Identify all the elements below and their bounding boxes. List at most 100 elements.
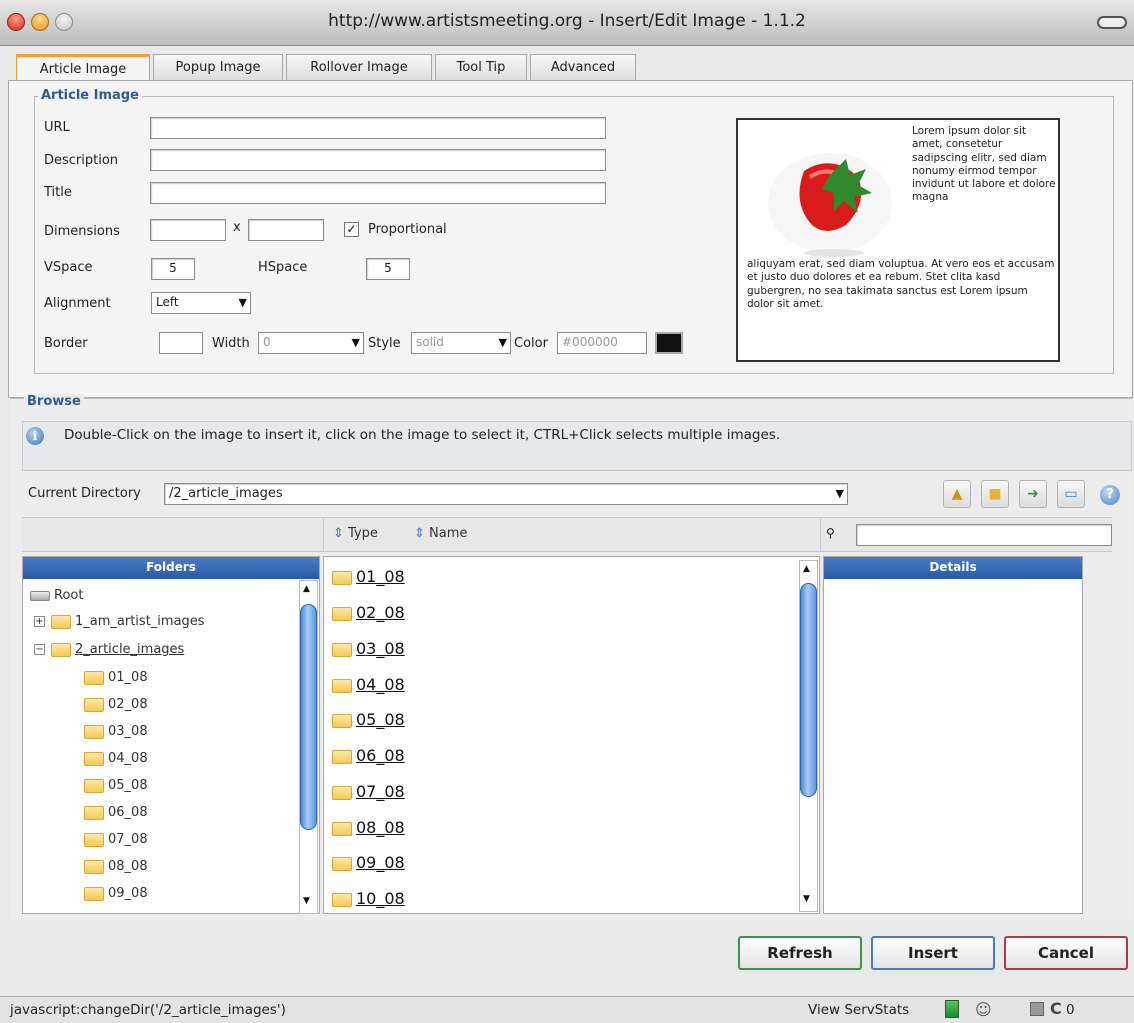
upload-button[interactable]: ➜ — [1019, 480, 1047, 508]
tree-item-child[interactable]: 08_08 — [84, 859, 148, 874]
disk-icon[interactable] — [1030, 1002, 1044, 1016]
scroll-down-icon[interactable]: ▼ — [303, 896, 310, 906]
close-window-button[interactable] — [7, 13, 25, 31]
tree-item-child[interactable]: 06_08 — [84, 805, 148, 820]
window-icon: ▭ — [1064, 486, 1078, 502]
help-icon[interactable]: ? — [1100, 485, 1120, 505]
file-label: 06_08 — [356, 746, 405, 765]
file-item[interactable]: 07_08 — [332, 782, 405, 801]
tree-label: 07_08 — [108, 832, 148, 847]
description-input[interactable] — [150, 149, 606, 171]
new-folder-button[interactable]: ■ — [981, 480, 1009, 508]
arrow-right-icon: ➜ — [1027, 486, 1039, 502]
folder-icon — [84, 670, 104, 685]
tree-item-root[interactable]: Root — [30, 588, 83, 603]
sort-by-name-button[interactable]: ⇕ Name — [414, 526, 467, 541]
width-dimension-input[interactable] — [150, 219, 226, 241]
tree-item-expanded[interactable]: − 2_article_images — [34, 642, 184, 657]
file-label: 04_08 — [356, 675, 405, 694]
tree-item-child[interactable]: 02_08 — [84, 697, 148, 712]
status-text: javascript:changeDir('/2_article_images'… — [10, 1002, 286, 1018]
folders-scroll-thumb[interactable] — [300, 604, 317, 830]
vspace-input[interactable]: 5 — [151, 258, 195, 280]
window-title: http://www.artistsmeeting.org - Insert/E… — [328, 11, 806, 31]
folder-icon — [332, 570, 352, 585]
refresh-button[interactable]: Refresh — [738, 936, 862, 970]
hspace-input[interactable]: 5 — [366, 258, 410, 280]
folder-icon — [332, 678, 352, 693]
file-item[interactable]: 09_08 — [332, 853, 405, 872]
tree-item-child[interactable]: 04_08 — [84, 751, 148, 766]
title-input[interactable] — [150, 182, 606, 204]
sort-by-type-button[interactable]: ⇕ Type — [333, 526, 378, 541]
border-input[interactable] — [159, 332, 203, 354]
tab-rollover-image[interactable]: Rollover Image — [286, 54, 432, 81]
tab-article-image[interactable]: Article Image — [16, 54, 150, 83]
border-width-label: Width — [212, 336, 250, 351]
color-picker-button[interactable] — [655, 332, 683, 354]
tree-label: 2_article_images — [75, 642, 185, 657]
border-color-input[interactable]: #000000 — [557, 332, 647, 354]
file-label: 10_08 — [356, 889, 405, 908]
title-label: Title — [44, 185, 72, 200]
insert-button[interactable]: Insert — [871, 936, 995, 970]
tree-item-child[interactable]: 09_08 — [84, 886, 148, 901]
tree-item-child[interactable]: 05_08 — [84, 778, 148, 793]
tab-popup-image[interactable]: Popup Image — [153, 54, 283, 81]
expand-icon[interactable]: + — [34, 616, 45, 627]
face-icon[interactable]: ☺ — [975, 1000, 992, 1019]
collapse-icon[interactable]: − — [34, 644, 45, 655]
zoom-window-button[interactable] — [55, 13, 73, 31]
tree-item-child[interactable]: 07_08 — [84, 832, 148, 847]
border-style-value: solid — [416, 335, 444, 349]
folder-icon — [332, 785, 352, 800]
view-servstats-link[interactable]: View ServStats — [808, 1002, 909, 1018]
folder-icon — [332, 606, 352, 621]
scroll-up-icon[interactable]: ▲ — [303, 584, 310, 594]
tab-tool-tip[interactable]: Tool Tip — [435, 54, 527, 81]
view-toggle-button[interactable]: ▭ — [1057, 480, 1085, 508]
tab-advanced[interactable]: Advanced — [530, 54, 636, 81]
file-item[interactable]: 04_08 — [332, 675, 405, 694]
search-input[interactable] — [856, 524, 1112, 546]
new-folder-icon: ■ — [988, 486, 1002, 502]
current-directory-select[interactable]: /2_article_images ▼ — [164, 483, 848, 505]
url-input[interactable] — [150, 117, 606, 139]
alignment-select[interactable]: Left ▼ — [151, 292, 251, 314]
scroll-down-icon[interactable]: ▼ — [803, 894, 810, 904]
file-item[interactable]: 10_08 — [332, 889, 405, 908]
toolbar-toggle-button[interactable] — [1097, 16, 1127, 29]
file-item[interactable]: 02_08 — [332, 603, 405, 622]
chevron-down-icon: ▼ — [498, 336, 507, 349]
proportional-checkbox[interactable]: ✓ — [344, 222, 359, 237]
file-item[interactable]: 06_08 — [332, 746, 405, 765]
open-folder-icon — [51, 642, 71, 657]
height-dimension-input[interactable] — [248, 219, 324, 241]
column-divider — [323, 517, 324, 552]
browse-legend: Browse — [24, 394, 84, 409]
file-item[interactable]: 01_08 — [332, 567, 405, 586]
folder-icon — [84, 886, 104, 901]
cancel-button[interactable]: Cancel — [1004, 936, 1128, 970]
tree-label: 03_08 — [108, 724, 148, 739]
tree-item-child[interactable]: 01_08 — [84, 670, 148, 685]
border-width-select[interactable]: 0 ▼ — [258, 332, 364, 354]
minimize-window-button[interactable] — [31, 13, 49, 31]
file-label: 02_08 — [356, 603, 405, 622]
preview-text-top: Lorem ipsum dolor sit amet, consetetur s… — [912, 125, 1056, 204]
folders-header: Folders — [23, 557, 319, 579]
files-scroll-thumb[interactable] — [800, 583, 817, 797]
chevron-down-icon: ▼ — [835, 487, 844, 500]
tree-item-child[interactable]: 03_08 — [84, 724, 148, 739]
folder-icon — [84, 778, 104, 793]
file-item[interactable]: 05_08 — [332, 710, 405, 729]
file-item[interactable]: 03_08 — [332, 639, 405, 658]
tree-item-collapsed[interactable]: +1_am_artist_images — [34, 614, 205, 629]
file-label: 01_08 — [356, 567, 405, 586]
scroll-up-icon[interactable]: ▲ — [803, 564, 810, 574]
border-style-select[interactable]: solid ▼ — [411, 332, 511, 354]
file-item[interactable]: 08_08 — [332, 818, 405, 837]
folder-up-button[interactable]: ▲ — [943, 480, 971, 508]
c-icon[interactable]: C — [1050, 999, 1062, 1018]
book-icon[interactable] — [945, 1000, 959, 1018]
